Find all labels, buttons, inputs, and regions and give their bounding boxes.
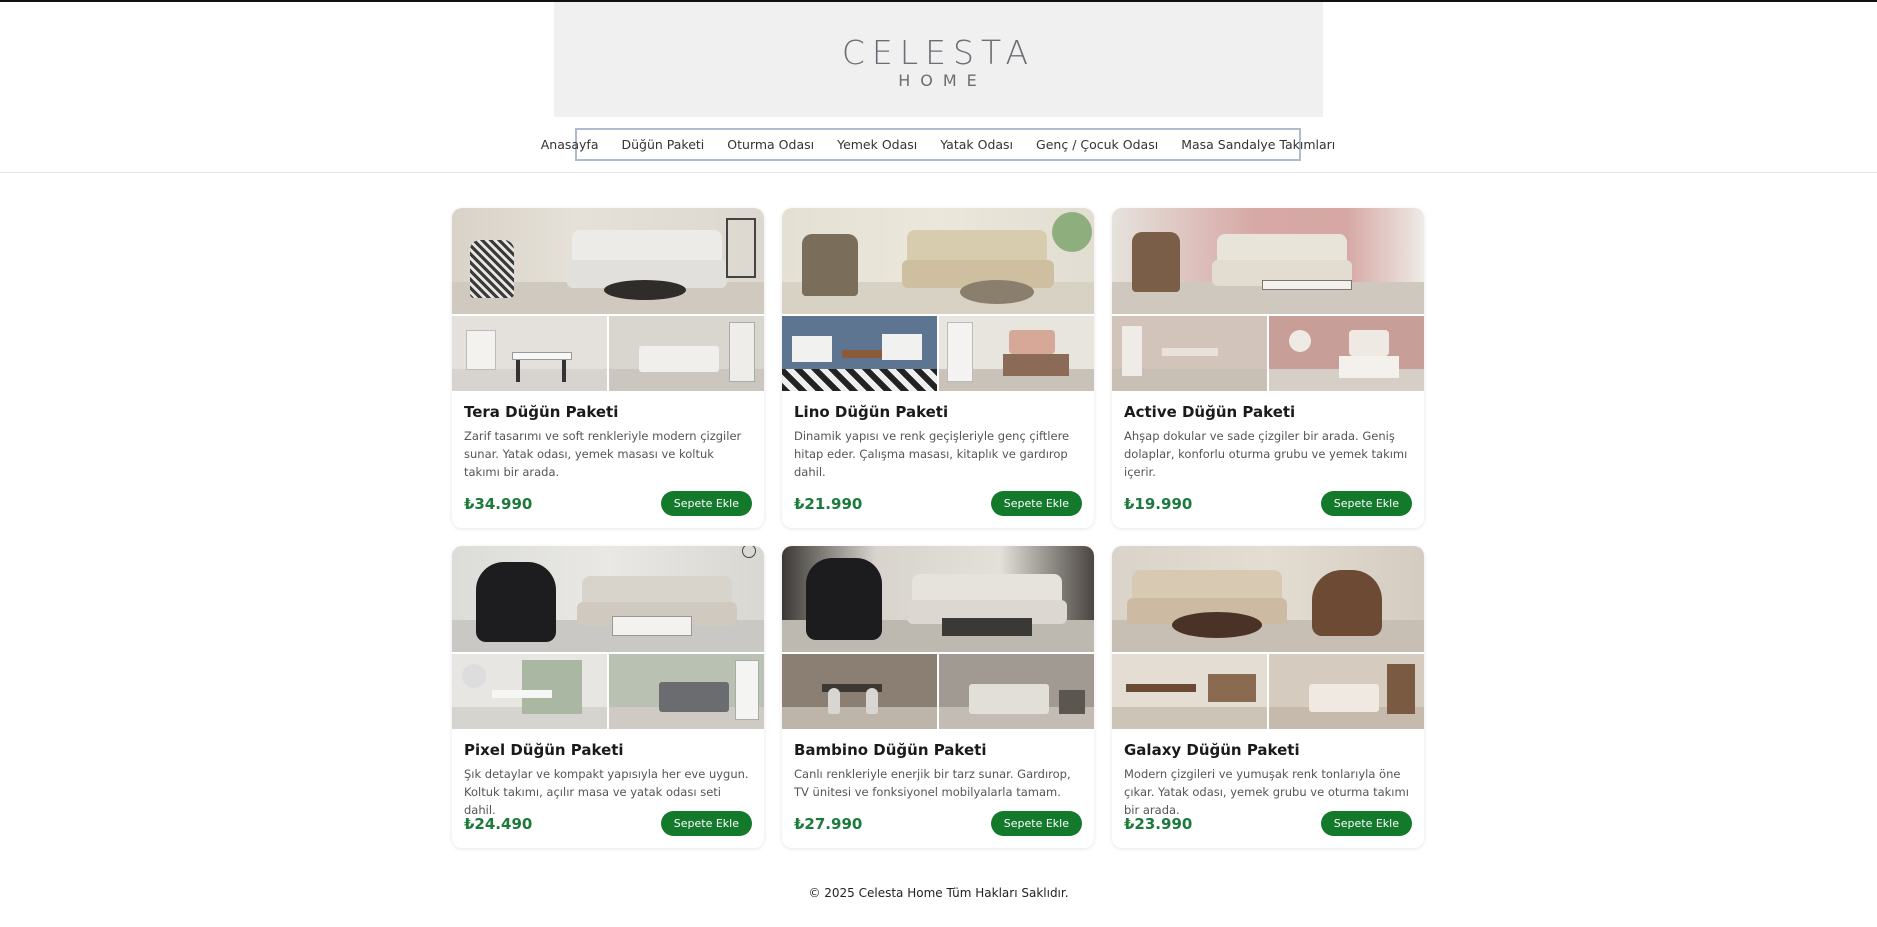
logo-subtitle: HOME (898, 71, 987, 90)
product-image-living-room[interactable] (452, 546, 764, 652)
add-to-cart-button[interactable]: Sepete Ekle (660, 491, 752, 516)
product-price: ₺21.990 (794, 494, 863, 513)
product-image-living-room[interactable] (452, 208, 764, 314)
product-card: Pixel Düğün Paketi Şık detaylar ve kompa… (452, 546, 764, 848)
product-price: ₺19.990 (1124, 494, 1193, 513)
product-title[interactable]: Pixel Düğün Paketi (464, 741, 752, 759)
product-price: ₺24.490 (464, 814, 533, 833)
product-grid: Tera Düğün Paketi Zarif tasarımı ve soft… (452, 208, 1424, 848)
product-image-bedroom[interactable] (939, 654, 1094, 729)
product-image-living-room[interactable] (1112, 208, 1424, 314)
product-title[interactable]: Lino Düğün Paketi (794, 403, 1082, 421)
product-title[interactable]: Active Düğün Paketi (1124, 403, 1412, 421)
nav-item-yatak-odasi[interactable]: Yatak Odası (929, 137, 1025, 152)
header-divider (0, 172, 1877, 173)
copyright-footer: © 2025 Celesta Home Tüm Hakları Saklıdır… (808, 886, 1069, 900)
product-image-dining-room[interactable] (782, 654, 937, 729)
product-price: ₺23.990 (1124, 814, 1193, 833)
logo-banner[interactable]: CELESTA HOME (554, 2, 1323, 117)
logo-wordmark: CELESTA (841, 33, 1036, 72)
product-image-dining-room[interactable] (782, 316, 937, 391)
add-to-cart-button[interactable]: Sepete Ekle (660, 811, 752, 836)
nav-item-anasayfa[interactable]: Anasayfa (529, 137, 610, 152)
product-description: Zarif tasarımı ve soft renkleriyle moder… (464, 429, 742, 479)
nav-item-oturma-odasi[interactable]: Oturma Odası (716, 137, 826, 152)
add-to-cart-button[interactable]: Sepete Ekle (990, 811, 1082, 836)
nav-item-yemek-odasi[interactable]: Yemek Odası (826, 137, 929, 152)
add-to-cart-button[interactable]: Sepete Ekle (1320, 811, 1412, 836)
product-title[interactable]: Bambino Düğün Paketi (794, 741, 1082, 759)
product-title[interactable]: Galaxy Düğün Paketi (1124, 741, 1412, 759)
product-image-living-room[interactable] (782, 546, 1094, 652)
add-to-cart-button[interactable]: Sepete Ekle (990, 491, 1082, 516)
product-description: Ahşap dokular ve sade çizgiler bir arada… (1124, 429, 1408, 479)
product-card: Bambino Düğün Paketi Canlı renkleriyle e… (782, 546, 1094, 848)
product-image-bedroom[interactable] (609, 316, 764, 391)
nav-item-genc-cocuk-odasi[interactable]: Genç / Çocuk Odası (1025, 137, 1170, 152)
product-image-dining-room[interactable] (1112, 654, 1267, 729)
product-image-dining-room[interactable] (452, 654, 607, 729)
product-card: Active Düğün Paketi Ahşap dokular ve sad… (1112, 208, 1424, 528)
product-image-dining-room[interactable] (452, 316, 607, 391)
nav-item-masa-sandalye[interactable]: Masa Sandalye Takımları (1170, 137, 1347, 152)
add-to-cart-button[interactable]: Sepete Ekle (1320, 491, 1412, 516)
product-image-dining-room[interactable] (1112, 316, 1267, 391)
product-image-bedroom[interactable] (609, 654, 764, 729)
product-title[interactable]: Tera Düğün Paketi (464, 403, 752, 421)
product-price: ₺27.990 (794, 814, 863, 833)
product-description: Canlı renkleriyle enerjik bir tarz sunar… (794, 767, 1071, 799)
product-image-living-room[interactable] (1112, 546, 1424, 652)
product-card: Tera Düğün Paketi Zarif tasarımı ve soft… (452, 208, 764, 528)
product-image-bedroom[interactable] (939, 316, 1094, 391)
main-navigation: Anasayfa Düğün Paketi Oturma Odası Yemek… (541, 128, 1335, 161)
product-image-bedroom[interactable] (1269, 654, 1424, 729)
product-description: Dinamik yapısı ve renk geçişleriyle genç… (794, 429, 1070, 479)
product-card: Lino Düğün Paketi Dinamik yapısı ve renk… (782, 208, 1094, 528)
product-image-living-room[interactable] (782, 208, 1094, 314)
nav-item-dugun-paketi[interactable]: Düğün Paketi (610, 137, 716, 152)
product-card: Galaxy Düğün Paketi Modern çizgileri ve … (1112, 546, 1424, 848)
product-price: ₺34.990 (464, 494, 533, 513)
product-image-bedroom[interactable] (1269, 316, 1424, 391)
